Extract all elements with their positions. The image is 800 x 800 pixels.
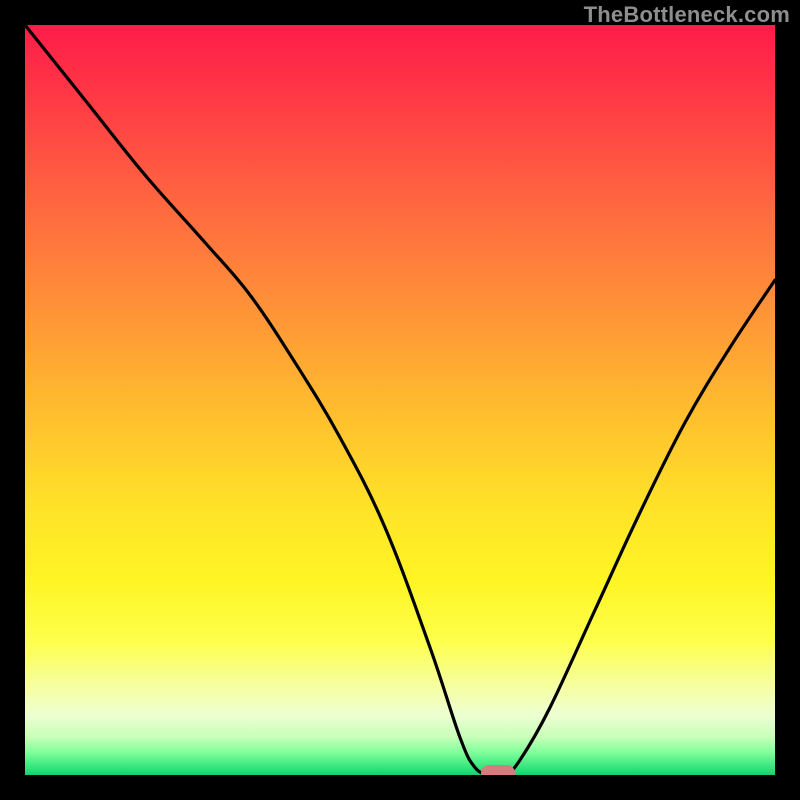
chart-frame: TheBottleneck.com — [0, 0, 800, 800]
watermark-text: TheBottleneck.com — [584, 2, 790, 28]
optimal-marker — [481, 765, 515, 775]
plot-area — [25, 25, 775, 775]
bottleneck-curve — [25, 25, 775, 775]
